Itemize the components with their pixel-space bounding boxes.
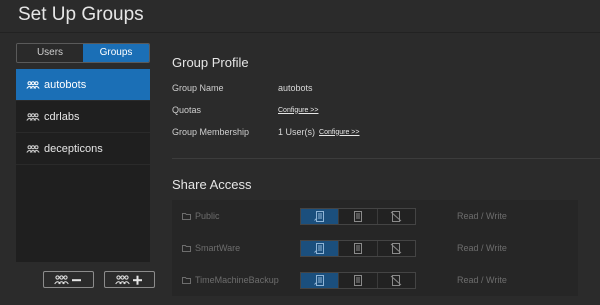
share-name: Public	[195, 211, 220, 221]
deny-access-button[interactable]	[377, 208, 415, 224]
group-name: decepticons	[44, 142, 103, 155]
access-level: Read / Write	[457, 243, 507, 253]
share-row-smartware: SmartWare Read / Write	[172, 232, 578, 264]
read-only-button[interactable]	[339, 240, 378, 256]
share-row-timemachinebackup: TimeMachineBackup Read / Write	[172, 264, 578, 296]
group-item-cdrlabs[interactable]: cdrlabs	[16, 101, 150, 133]
header-divider	[0, 32, 600, 33]
folder-icon	[182, 213, 191, 220]
membership-configure-link[interactable]: Configure >>	[319, 129, 359, 136]
share-access-heading: Share Access	[172, 177, 252, 192]
tab-users[interactable]: Users	[17, 44, 83, 62]
group-profile-heading: Group Profile	[172, 55, 249, 70]
quotas-configure-link[interactable]: Configure >>	[278, 107, 318, 114]
read-only-button[interactable]	[339, 272, 378, 288]
share-name: SmartWare	[195, 243, 241, 253]
permission-selector	[300, 271, 416, 289]
deny-access-icon	[390, 242, 402, 254]
membership-value: 1 User(s)	[278, 127, 316, 137]
section-divider	[172, 158, 600, 159]
read-only-icon	[353, 242, 362, 254]
group-name-row: Group Name autobots	[172, 83, 313, 93]
remove-group-icon	[53, 274, 81, 284]
deny-access-icon	[390, 274, 402, 286]
users-groups-toggle: Users Groups	[16, 43, 150, 63]
group-name: autobots	[44, 78, 87, 91]
group-icon	[26, 80, 40, 89]
membership-label: Group Membership	[172, 127, 250, 137]
read-write-icon	[313, 210, 324, 222]
tab-groups[interactable]: Groups	[83, 44, 149, 62]
group-name: cdrlabs	[44, 110, 80, 123]
add-group-icon	[114, 274, 142, 285]
groups-panel: Users Groups autobots cdrlabs decepticon…	[16, 43, 150, 262]
deny-access-button[interactable]	[377, 240, 415, 256]
group-actions	[43, 271, 155, 288]
access-level: Read / Write	[457, 275, 507, 285]
permission-selector	[300, 207, 416, 225]
remove-group-button[interactable]	[43, 271, 94, 288]
folder-icon	[182, 245, 191, 252]
read-only-icon	[353, 210, 362, 222]
group-icon	[26, 112, 40, 121]
group-name-label: Group Name	[172, 83, 224, 93]
group-item-autobots[interactable]: autobots	[16, 69, 150, 101]
group-list: autobots cdrlabs decepticons	[16, 69, 150, 262]
read-only-icon	[353, 274, 362, 286]
group-name-value: autobots	[278, 83, 313, 93]
page-title: Set Up Groups	[18, 4, 144, 25]
membership-row: Group Membership 1 User(s) Configure >>	[172, 127, 360, 137]
read-write-button[interactable]	[301, 240, 340, 256]
access-level: Read / Write	[457, 211, 507, 221]
quotas-label: Quotas	[172, 105, 202, 115]
deny-access-button[interactable]	[377, 272, 415, 288]
add-group-button[interactable]	[104, 271, 155, 288]
read-write-icon	[313, 242, 324, 254]
share-access-table: Public Read / Write SmartWare Read / Wri…	[172, 200, 578, 296]
read-write-icon	[313, 274, 324, 286]
share-row-public: Public Read / Write	[172, 200, 578, 232]
read-write-button[interactable]	[301, 208, 340, 224]
deny-access-icon	[390, 210, 402, 222]
permission-selector	[300, 239, 416, 257]
read-write-button[interactable]	[301, 272, 340, 288]
share-name: TimeMachineBackup	[195, 275, 279, 285]
folder-icon	[182, 277, 191, 284]
read-only-button[interactable]	[339, 208, 378, 224]
quotas-row: Quotas Configure >>	[172, 105, 318, 115]
group-item-decepticons[interactable]: decepticons	[16, 133, 150, 165]
group-icon	[26, 144, 40, 153]
